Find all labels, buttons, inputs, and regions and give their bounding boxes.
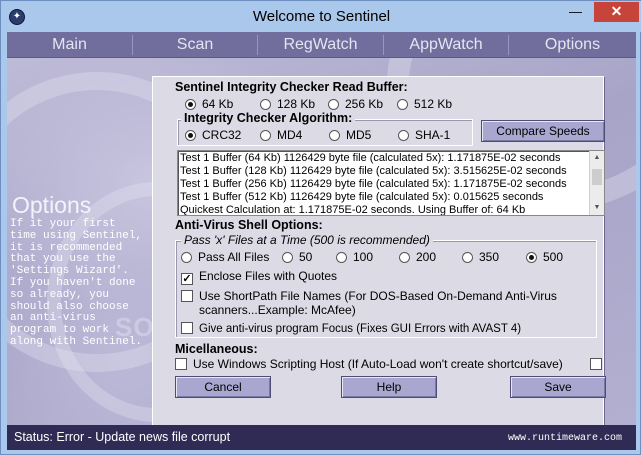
client-area: Main Scan RegWatch AppWatch Options Opti… bbox=[7, 32, 636, 450]
short-path-label: Use ShortPath File Names (For DOS-Based … bbox=[199, 289, 557, 303]
pass-option-label: 100 bbox=[353, 250, 374, 264]
nav-main[interactable]: Main bbox=[7, 32, 132, 58]
radio-dot bbox=[336, 252, 347, 263]
pass-radio-all[interactable]: Pass All Files bbox=[181, 250, 269, 264]
checkbox-box bbox=[181, 290, 193, 302]
main-nav: Main Scan RegWatch AppWatch Options bbox=[7, 32, 636, 58]
scroll-up-icon[interactable]: ▲ bbox=[590, 151, 604, 165]
pass-option-label: 350 bbox=[479, 250, 500, 264]
scroll-thumb[interactable] bbox=[592, 169, 602, 185]
radio-dot bbox=[399, 252, 410, 263]
pass-option-label: 50 bbox=[299, 250, 313, 264]
algorithm-radio-md4[interactable]: MD4 bbox=[260, 128, 302, 142]
status-bar: Status: Error - Update news file corrupt… bbox=[7, 425, 636, 450]
checkbox-box bbox=[590, 358, 602, 370]
radio-dot bbox=[260, 99, 271, 110]
radio-dot bbox=[181, 252, 192, 263]
cancel-button[interactable]: Cancel bbox=[175, 376, 271, 398]
nav-options[interactable]: Options bbox=[509, 32, 636, 58]
radio-dot bbox=[185, 130, 196, 141]
algorithm-option-label: CRC32 bbox=[202, 128, 242, 142]
results-line: Test 1 Buffer (512 Kb) 1126429 byte file… bbox=[180, 191, 544, 203]
results-list[interactable]: Test 1 Buffer (64 Kb) 1126429 byte file … bbox=[177, 150, 605, 216]
radio-dot bbox=[185, 99, 196, 110]
pass-radio-200[interactable]: 200 bbox=[399, 250, 436, 264]
buffer-radio-64[interactable]: 64 Kb bbox=[185, 97, 233, 111]
close-button[interactable]: ✕ bbox=[594, 2, 639, 22]
results-line: Test 1 Buffer (64 Kb) 1126429 byte file … bbox=[180, 152, 561, 164]
checkbox-box bbox=[175, 358, 187, 370]
pass-radio-100[interactable]: 100 bbox=[336, 250, 373, 264]
radio-dot bbox=[398, 130, 409, 141]
results-line: Test 1 Buffer (128 Kb) 1126429 byte file… bbox=[180, 165, 567, 177]
window-title: Welcome to Sentinel bbox=[252, 8, 391, 25]
misc-label: Micellaneous: bbox=[175, 342, 258, 356]
scripting-host-alt-checkbox[interactable] bbox=[590, 357, 608, 371]
buffer-radio-128[interactable]: 128 Kb bbox=[260, 97, 315, 111]
results-line: Quickest Calculation at: 1.171875E-02 se… bbox=[180, 204, 526, 216]
radio-dot bbox=[329, 130, 340, 141]
av-shell-label: Anti-Virus Shell Options: bbox=[175, 218, 323, 232]
buffer-option-label: 256 Kb bbox=[345, 97, 384, 111]
buffer-option-label: 128 Kb bbox=[277, 97, 316, 111]
radio-dot bbox=[328, 99, 339, 110]
algorithm-label: Integrity Checker Algorithm: bbox=[181, 111, 356, 125]
nav-scan[interactable]: Scan bbox=[133, 32, 257, 58]
section-title: Options bbox=[12, 192, 92, 218]
checkmark-icon: ✓ bbox=[181, 273, 193, 285]
pass-files-group-title: Pass 'x' Files at a Time (500 is recomme… bbox=[181, 233, 433, 247]
save-button[interactable]: Save bbox=[510, 376, 606, 398]
algorithm-option-label: MD5 bbox=[346, 128, 372, 142]
results-line: Test 1 Buffer (256 Kb) 1126429 byte file… bbox=[180, 178, 567, 190]
short-path-checkbox[interactable]: Use ShortPath File Names (For DOS-Based … bbox=[181, 289, 557, 303]
brand-url[interactable]: www.runtimeware.com bbox=[508, 433, 622, 444]
focus-label: Give anti-virus program Focus (Fixes GUI… bbox=[199, 323, 522, 335]
enclose-quotes-checkbox[interactable]: ✓ Enclose Files with Quotes bbox=[181, 269, 338, 285]
compare-speeds-button[interactable]: Compare Speeds bbox=[481, 120, 605, 142]
minimize-button[interactable]: — bbox=[562, 2, 589, 22]
buffer-radio-256[interactable]: 256 Kb bbox=[328, 97, 383, 111]
pass-radio-350[interactable]: 350 bbox=[462, 250, 499, 264]
read-buffer-label: Sentinel Integrity Checker Read Buffer: bbox=[175, 80, 408, 94]
focus-checkbox[interactable]: Give anti-virus program Focus (Fixes GUI… bbox=[181, 321, 521, 335]
app-window: ✦ Welcome to Sentinel — ✕ Main Scan RegW… bbox=[0, 0, 641, 455]
algorithm-radio-md5[interactable]: MD5 bbox=[329, 128, 371, 142]
algorithm-option-label: SHA-1 bbox=[415, 128, 451, 142]
buffer-option-label: 512 Kb bbox=[414, 97, 453, 111]
scroll-down-icon[interactable]: ▼ bbox=[590, 201, 604, 215]
radio-dot bbox=[526, 252, 537, 263]
buffer-option-label: 64 Kb bbox=[202, 97, 234, 111]
results-scrollbar[interactable]: ▲ ▼ bbox=[589, 151, 604, 215]
algorithm-radio-crc32[interactable]: CRC32 bbox=[185, 128, 241, 142]
radio-dot bbox=[260, 130, 271, 141]
title-bar[interactable]: ✦ Welcome to Sentinel — ✕ bbox=[1, 1, 641, 32]
radio-dot bbox=[397, 99, 408, 110]
pass-radio-50[interactable]: 50 bbox=[282, 250, 312, 264]
algorithm-option-label: MD4 bbox=[277, 128, 303, 142]
pass-option-label: 500 bbox=[543, 250, 564, 264]
pass-option-label: 200 bbox=[416, 250, 437, 264]
nav-regwatch[interactable]: RegWatch bbox=[258, 32, 383, 58]
status-text: Status: Error - Update news file corrupt bbox=[14, 430, 231, 444]
radio-dot bbox=[282, 252, 293, 263]
nav-appwatch[interactable]: AppWatch bbox=[384, 32, 508, 58]
algorithm-radio-sha1[interactable]: SHA-1 bbox=[398, 128, 450, 142]
buffer-radio-512[interactable]: 512 Kb bbox=[397, 97, 452, 111]
pass-radio-500[interactable]: 500 bbox=[526, 250, 563, 264]
help-button[interactable]: Help bbox=[341, 376, 437, 398]
radio-dot bbox=[462, 252, 473, 263]
checkbox-box bbox=[181, 322, 193, 334]
pass-option-label: Pass All Files bbox=[198, 250, 270, 264]
short-path-label-cont: scanners...Example: McAfee) bbox=[199, 303, 356, 317]
scripting-host-label: Use Windows Scripting Host (If Auto-Load… bbox=[193, 357, 563, 371]
enclose-quotes-label: Enclose Files with Quotes bbox=[199, 269, 338, 283]
scripting-host-checkbox[interactable]: Use Windows Scripting Host (If Auto-Load… bbox=[175, 357, 563, 371]
options-panel: Sentinel Integrity Checker Read Buffer: … bbox=[152, 76, 606, 438]
